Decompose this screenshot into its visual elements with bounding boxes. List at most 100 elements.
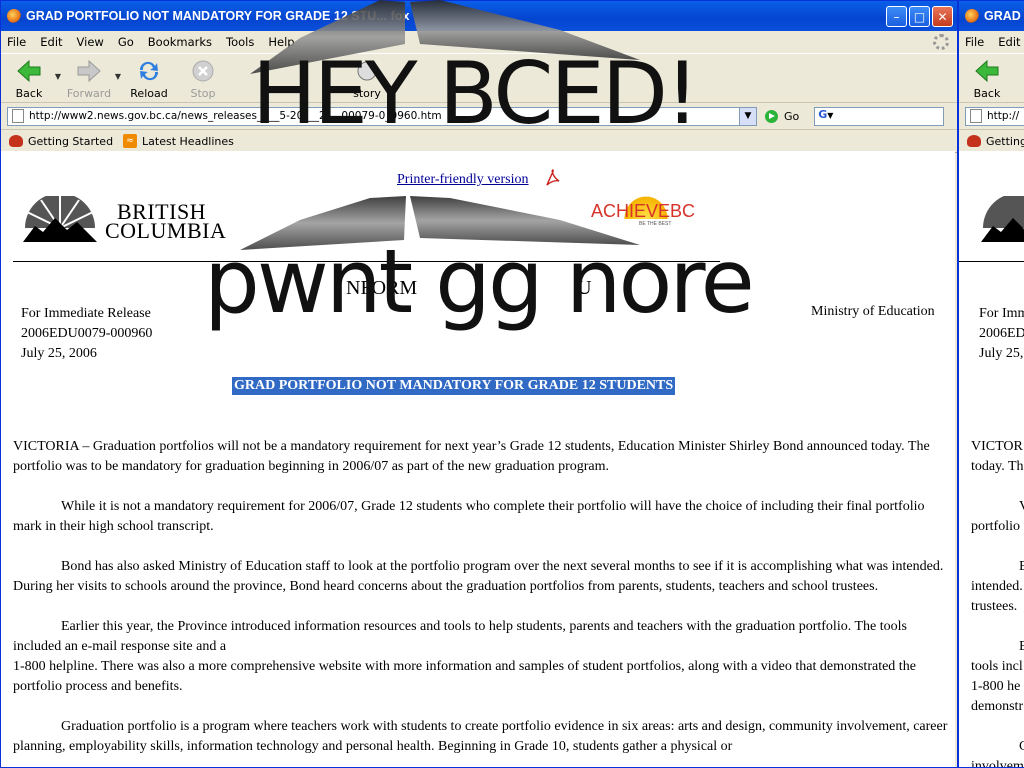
paragraph: While it is not a mandatory requirement … xyxy=(13,497,949,537)
firefox-icon xyxy=(7,9,21,23)
information-heading-tail: U xyxy=(577,277,592,299)
divider xyxy=(13,261,720,262)
location-bar-2: http:// xyxy=(959,103,1024,130)
bookmarks-toolbar-2: Getting xyxy=(959,130,1024,153)
bookmark-label: Latest Headlines xyxy=(142,134,234,148)
release-meta: For Immediate Release 2006EDU0079-000960… xyxy=(21,304,152,364)
bookmark-latest-headlines[interactable]: ≈ Latest Headlines xyxy=(123,134,234,148)
bookmark-getting-started-2[interactable]: Getting xyxy=(967,135,1024,148)
achieve-bc-wordmark: ACHIEVEBC xyxy=(591,201,696,221)
forward-arrow-icon xyxy=(76,58,102,84)
url-dropdown-icon[interactable]: ▼ xyxy=(739,107,756,125)
history-icon xyxy=(355,58,379,84)
menu-edit[interactable]: Edit xyxy=(40,35,62,49)
text-line: V xyxy=(971,497,1024,517)
menu-edit[interactable]: Edit xyxy=(998,35,1020,49)
printer-friendly-link[interactable]: Printer-friendly version xyxy=(397,172,529,188)
text-line: involvem xyxy=(971,759,1024,768)
paragraph-text: 1-800 helpline. There was also a more co… xyxy=(13,659,916,694)
menu-bookmarks[interactable]: Bookmarks xyxy=(148,35,212,49)
back-label: Back xyxy=(973,87,1001,100)
achieve-bc-tagline: BE THE BEST xyxy=(639,221,672,227)
bookmark-getting-started[interactable]: Getting Started xyxy=(9,135,113,148)
pdf-icon[interactable] xyxy=(545,169,561,187)
forward-button[interactable]: Forward ▼ xyxy=(66,54,121,100)
headline-selected[interactable]: GRAD PORTFOLIO NOT MANDATORY FOR GRADE 1… xyxy=(232,377,676,395)
forward-dropdown-icon[interactable]: ▼ xyxy=(115,72,121,81)
text-line: demonstr xyxy=(971,699,1024,714)
text-line: portfolio xyxy=(971,519,1020,534)
back-arrow-icon xyxy=(974,58,1000,84)
paragraph-text: While it is not a mandatory requirement … xyxy=(13,499,925,534)
back-button[interactable]: Back ▼ xyxy=(7,54,61,100)
reload-label: Reload xyxy=(130,87,168,100)
title-bar-2[interactable]: GRAD P xyxy=(959,1,1024,31)
location-bar: http://www2.news.gov.bc.ca/news_releases… xyxy=(1,103,957,130)
window-title: GRAD PORTFOLIO NOT MANDATORY FOR GRADE 1… xyxy=(26,9,387,23)
search-engine-dropdown-icon[interactable]: ▼ xyxy=(827,111,833,120)
back-button-2[interactable]: Back xyxy=(965,54,1009,100)
page-content: Printer-friendly version BRITISH COLUMBI… xyxy=(1,151,955,767)
menu-file[interactable]: File xyxy=(965,35,984,49)
reload-icon xyxy=(136,58,162,84)
bookmark-label: Getting Started xyxy=(28,134,114,148)
history-label: story xyxy=(353,87,381,100)
url-input[interactable]: http://www2.news.gov.bc.ca/news_releases… xyxy=(7,106,757,126)
back-dropdown-icon[interactable]: ▼ xyxy=(55,72,61,81)
menu-view[interactable]: View xyxy=(77,35,104,49)
menu-go[interactable]: Go xyxy=(118,35,134,49)
rss-icon: ≈ xyxy=(123,134,138,148)
firefox-bookmark-icon xyxy=(967,135,981,147)
paragraph: VICTORIA – Graduation portfolios will no… xyxy=(13,439,930,474)
text-line: tools incl xyxy=(971,659,1023,674)
bookmark-label: Getting xyxy=(986,134,1024,148)
search-input[interactable]: G▼ xyxy=(814,106,945,126)
release-type: For Immediate Release xyxy=(21,306,151,321)
article-body: VICTORIA – Graduation portfolios will no… xyxy=(13,437,949,767)
title-bar[interactable]: GRAD PORTFOLIO NOT MANDATORY FOR GRADE 1… xyxy=(1,1,957,31)
release-date: July 25, 2006 xyxy=(21,346,97,361)
navigation-toolbar-2: Back xyxy=(959,54,1024,103)
history-button[interactable]: story xyxy=(345,54,389,100)
window-title-suffix: fox xyxy=(390,9,410,23)
stop-icon xyxy=(191,58,215,84)
reload-button[interactable]: Reload xyxy=(127,54,171,100)
divider xyxy=(959,261,1024,262)
information-heading-text: NFORM xyxy=(346,277,418,299)
text-line: 1-800 he xyxy=(971,679,1021,694)
url-input-2[interactable]: http:// xyxy=(965,106,1024,126)
stop-button[interactable]: Stop xyxy=(181,54,225,100)
release-id: 2006EDU0079-000960 xyxy=(21,326,153,341)
menu-tools[interactable]: Tools xyxy=(226,35,254,49)
url-text: http:// xyxy=(987,110,1020,122)
stop-label: Stop xyxy=(190,87,216,100)
bc-sun-logo-icon xyxy=(23,196,97,242)
paragraph: Earlier this year, the Province introduc… xyxy=(13,617,949,697)
text-line: B xyxy=(971,557,1024,577)
close-button[interactable]: ✕ xyxy=(932,6,953,27)
firefox-bookmark-icon xyxy=(9,135,23,147)
text-line: E xyxy=(971,637,1024,657)
information-heading: NFORM U xyxy=(346,277,592,300)
browser-window: GRAD PORTFOLIO NOT MANDATORY FOR GRADE 1… xyxy=(0,0,958,768)
go-button[interactable]: Go xyxy=(765,109,800,123)
text-line: 2006ED xyxy=(979,326,1024,341)
window-title-2: GRAD P xyxy=(984,9,1024,23)
page-icon xyxy=(970,109,982,123)
ministry-name: Ministry of Education xyxy=(811,304,935,319)
minimize-button[interactable]: – xyxy=(886,6,907,27)
forward-label: Forward xyxy=(66,87,112,100)
bc-logo-line2: COLUMBIA xyxy=(105,218,227,243)
firefox-icon xyxy=(965,9,979,23)
text-line: VICTOR xyxy=(971,439,1023,454)
maximize-button[interactable]: □ xyxy=(909,6,930,27)
text-line: intended. xyxy=(971,579,1023,594)
menu-help[interactable]: Help xyxy=(268,35,294,49)
go-label: Go xyxy=(784,109,800,123)
article-body-2: VICTOR today. Th V portfolio B intended.… xyxy=(971,437,1024,768)
text-line: For Imm xyxy=(979,306,1024,321)
text-line: today. Th xyxy=(971,459,1024,474)
paragraph: Graduation portfolio is a program where … xyxy=(13,717,949,757)
menu-file[interactable]: File xyxy=(7,35,26,49)
google-icon: G xyxy=(818,107,828,121)
